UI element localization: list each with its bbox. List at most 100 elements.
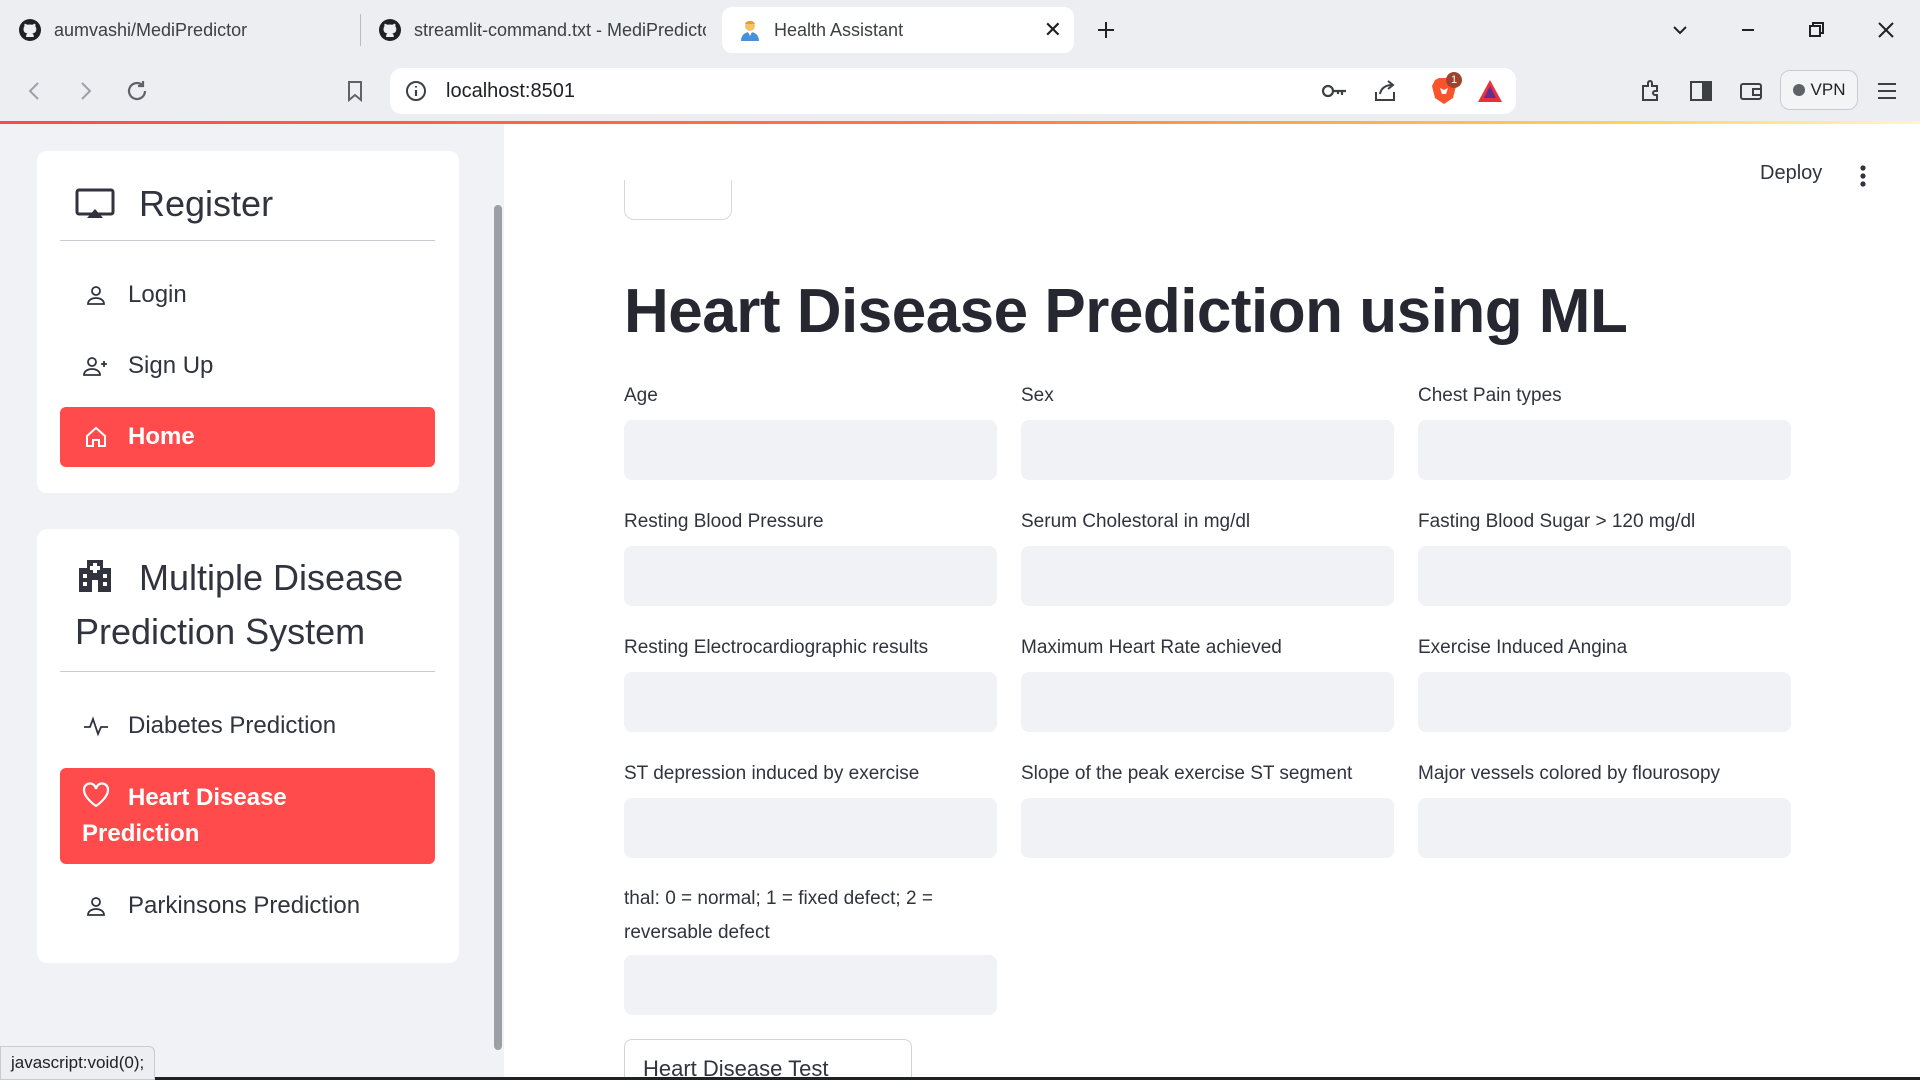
sidebar: Register Login Sign Up Home Multiple Dis…: [0, 124, 504, 1080]
tab-streamlit-command[interactable]: streamlit-command.txt - MediPredictor: [378, 7, 708, 53]
forward-arrow-icon[interactable]: [70, 76, 100, 106]
chevron-down-icon[interactable]: [1664, 14, 1696, 46]
shield-badge: 1: [1446, 72, 1462, 88]
sidebar-scrollbar[interactable]: [494, 205, 502, 1050]
tab-health-assistant[interactable]: Health Assistant ✕: [722, 7, 1074, 53]
heart-disease-test-result-button[interactable]: Heart Disease Test Result: [624, 1039, 912, 1080]
fasting-sugar-field: Fasting Blood Sugar > 120 mg/dl: [1418, 505, 1791, 606]
st-depression-input[interactable]: [624, 798, 997, 858]
vpn-label: VPN: [1810, 80, 1846, 99]
sidebar-item-label-line2: Prediction: [82, 820, 200, 847]
person-icon: [82, 281, 110, 309]
fasting-sugar-input[interactable]: [1418, 546, 1791, 606]
sidebar-item-parkinsons[interactable]: Parkinsons Prediction: [60, 876, 435, 936]
page-title: Heart Disease Prediction using ML: [624, 277, 1628, 346]
brave-rewards-icon[interactable]: [1476, 78, 1504, 109]
url-text: localhost:8501: [446, 80, 575, 102]
sidebar-item-label-line1: Heart Disease: [128, 784, 287, 811]
app-menu-card: Multiple Disease Prediction System Diabe…: [37, 529, 459, 963]
exercise-angina-input[interactable]: [1418, 672, 1791, 732]
exercise-angina-field: Exercise Induced Angina: [1418, 631, 1791, 732]
sidebar-item-label: Login: [128, 281, 187, 308]
sidebar-item-home[interactable]: Home: [60, 407, 435, 467]
new-tab-button[interactable]: [1090, 14, 1122, 46]
minimize-button[interactable]: [1732, 14, 1764, 46]
max-heart-rate-field: Maximum Heart Rate achieved: [1021, 631, 1394, 732]
info-icon[interactable]: [404, 79, 428, 108]
activity-icon: [82, 712, 110, 740]
github-icon: [18, 18, 42, 42]
st-depression-field: ST depression induced by exercise: [624, 757, 997, 858]
age-input[interactable]: [624, 420, 997, 480]
app-menu-header: Multiple Disease Prediction System: [75, 551, 419, 659]
thal-field: thal: 0 = normal; 1 = fixed defect; 2 = …: [624, 882, 997, 1015]
cholesterol-field: Serum Cholestoral in mg/dl: [1021, 505, 1394, 606]
tab-title: streamlit-command.txt - MediPredictor: [414, 19, 706, 40]
sidebar-item-label: Home: [128, 423, 195, 450]
chest-pain-field: Chest Pain types: [1418, 379, 1791, 480]
chest-pain-input[interactable]: [1418, 420, 1791, 480]
field-label: Exercise Induced Angina: [1418, 637, 1628, 658]
status-bar: javascript:void(0);: [0, 1046, 156, 1080]
resting-ecg-field: Resting Electrocardiographic results: [624, 631, 997, 732]
vpn-status-icon: [1792, 84, 1805, 96]
close-window-button[interactable]: [1870, 14, 1902, 46]
app-menu-title: Multiple Disease Prediction System: [75, 551, 415, 659]
app-menu-title-line2: Prediction System: [75, 611, 366, 652]
field-label: Fasting Blood Sugar > 120 mg/dl: [1418, 511, 1696, 532]
major-vessels-field: Major vessels colored by flourosopy: [1418, 757, 1791, 858]
cholesterol-input[interactable]: [1021, 546, 1394, 606]
hospital-icon: [75, 554, 115, 594]
reload-icon[interactable]: [122, 76, 152, 106]
sex-input[interactable]: [1021, 420, 1394, 480]
wallet-icon[interactable]: [1736, 76, 1766, 106]
key-icon[interactable]: [1320, 79, 1348, 108]
bookmark-icon[interactable]: [340, 76, 370, 106]
field-label-line2: reversable defect: [624, 922, 770, 943]
github-icon: [378, 18, 402, 42]
account-menu-header: Register: [75, 177, 273, 231]
brave-shield-icon[interactable]: 1: [1430, 72, 1462, 106]
close-icon[interactable]: ✕: [1044, 17, 1062, 43]
sidebar-item-signup[interactable]: Sign Up: [60, 336, 435, 396]
cast-icon: [75, 177, 115, 231]
sidebar-item-diabetes[interactable]: Diabetes Prediction: [60, 696, 435, 756]
more-options-icon[interactable]: [1851, 162, 1875, 190]
thal-input[interactable]: [624, 955, 997, 1015]
browser-tab-strip: aumvashi/MediPredictor streamlit-command…: [0, 0, 1920, 60]
back-arrow-icon[interactable]: [20, 76, 50, 106]
resting-bp-input[interactable]: [624, 546, 997, 606]
age-field: Age: [624, 379, 997, 480]
max-heart-rate-input[interactable]: [1021, 672, 1394, 732]
field-label: Maximum Heart Rate achieved: [1021, 637, 1282, 658]
field-label: Slope of the peak exercise ST segment: [1021, 763, 1353, 784]
tab-separator: [360, 14, 361, 46]
share-icon[interactable]: [1372, 78, 1398, 109]
extensions-icon[interactable]: [1636, 76, 1666, 106]
sidebar-item-label: Diabetes Prediction: [128, 712, 337, 739]
divider: [60, 240, 435, 241]
sidebar-toggle-icon[interactable]: [1686, 76, 1716, 106]
field-label: ST depression induced by exercise: [624, 763, 920, 784]
tab-title: Health Assistant: [774, 19, 904, 40]
field-label: Sex: [1021, 385, 1054, 406]
st-slope-input[interactable]: [1021, 798, 1394, 858]
address-bar[interactable]: localhost:8501 1: [390, 68, 1516, 114]
partial-button[interactable]: [624, 180, 732, 220]
sidebar-item-heart-disease[interactable]: Heart Disease Prediction: [60, 768, 435, 864]
menu-hamburger-icon[interactable]: [1872, 76, 1902, 106]
sex-field: Sex: [1021, 379, 1394, 480]
account-menu-card: Register Login Sign Up Home: [37, 151, 459, 493]
deploy-button[interactable]: Deploy: [1760, 162, 1822, 185]
restore-button[interactable]: [1800, 14, 1832, 46]
sidebar-item-label: Sign Up: [128, 352, 214, 379]
sidebar-item-login[interactable]: Login: [60, 265, 435, 325]
field-label: Chest Pain types: [1418, 385, 1562, 406]
tab-github-repo[interactable]: aumvashi/MediPredictor: [18, 7, 348, 53]
field-label: Resting Blood Pressure: [624, 511, 824, 532]
field-label: Major vessels colored by flourosopy: [1418, 763, 1721, 784]
vpn-button[interactable]: VPN: [1780, 70, 1858, 110]
st-slope-field: Slope of the peak exercise ST segment: [1021, 757, 1394, 858]
resting-ecg-input[interactable]: [624, 672, 997, 732]
major-vessels-input[interactable]: [1418, 798, 1791, 858]
